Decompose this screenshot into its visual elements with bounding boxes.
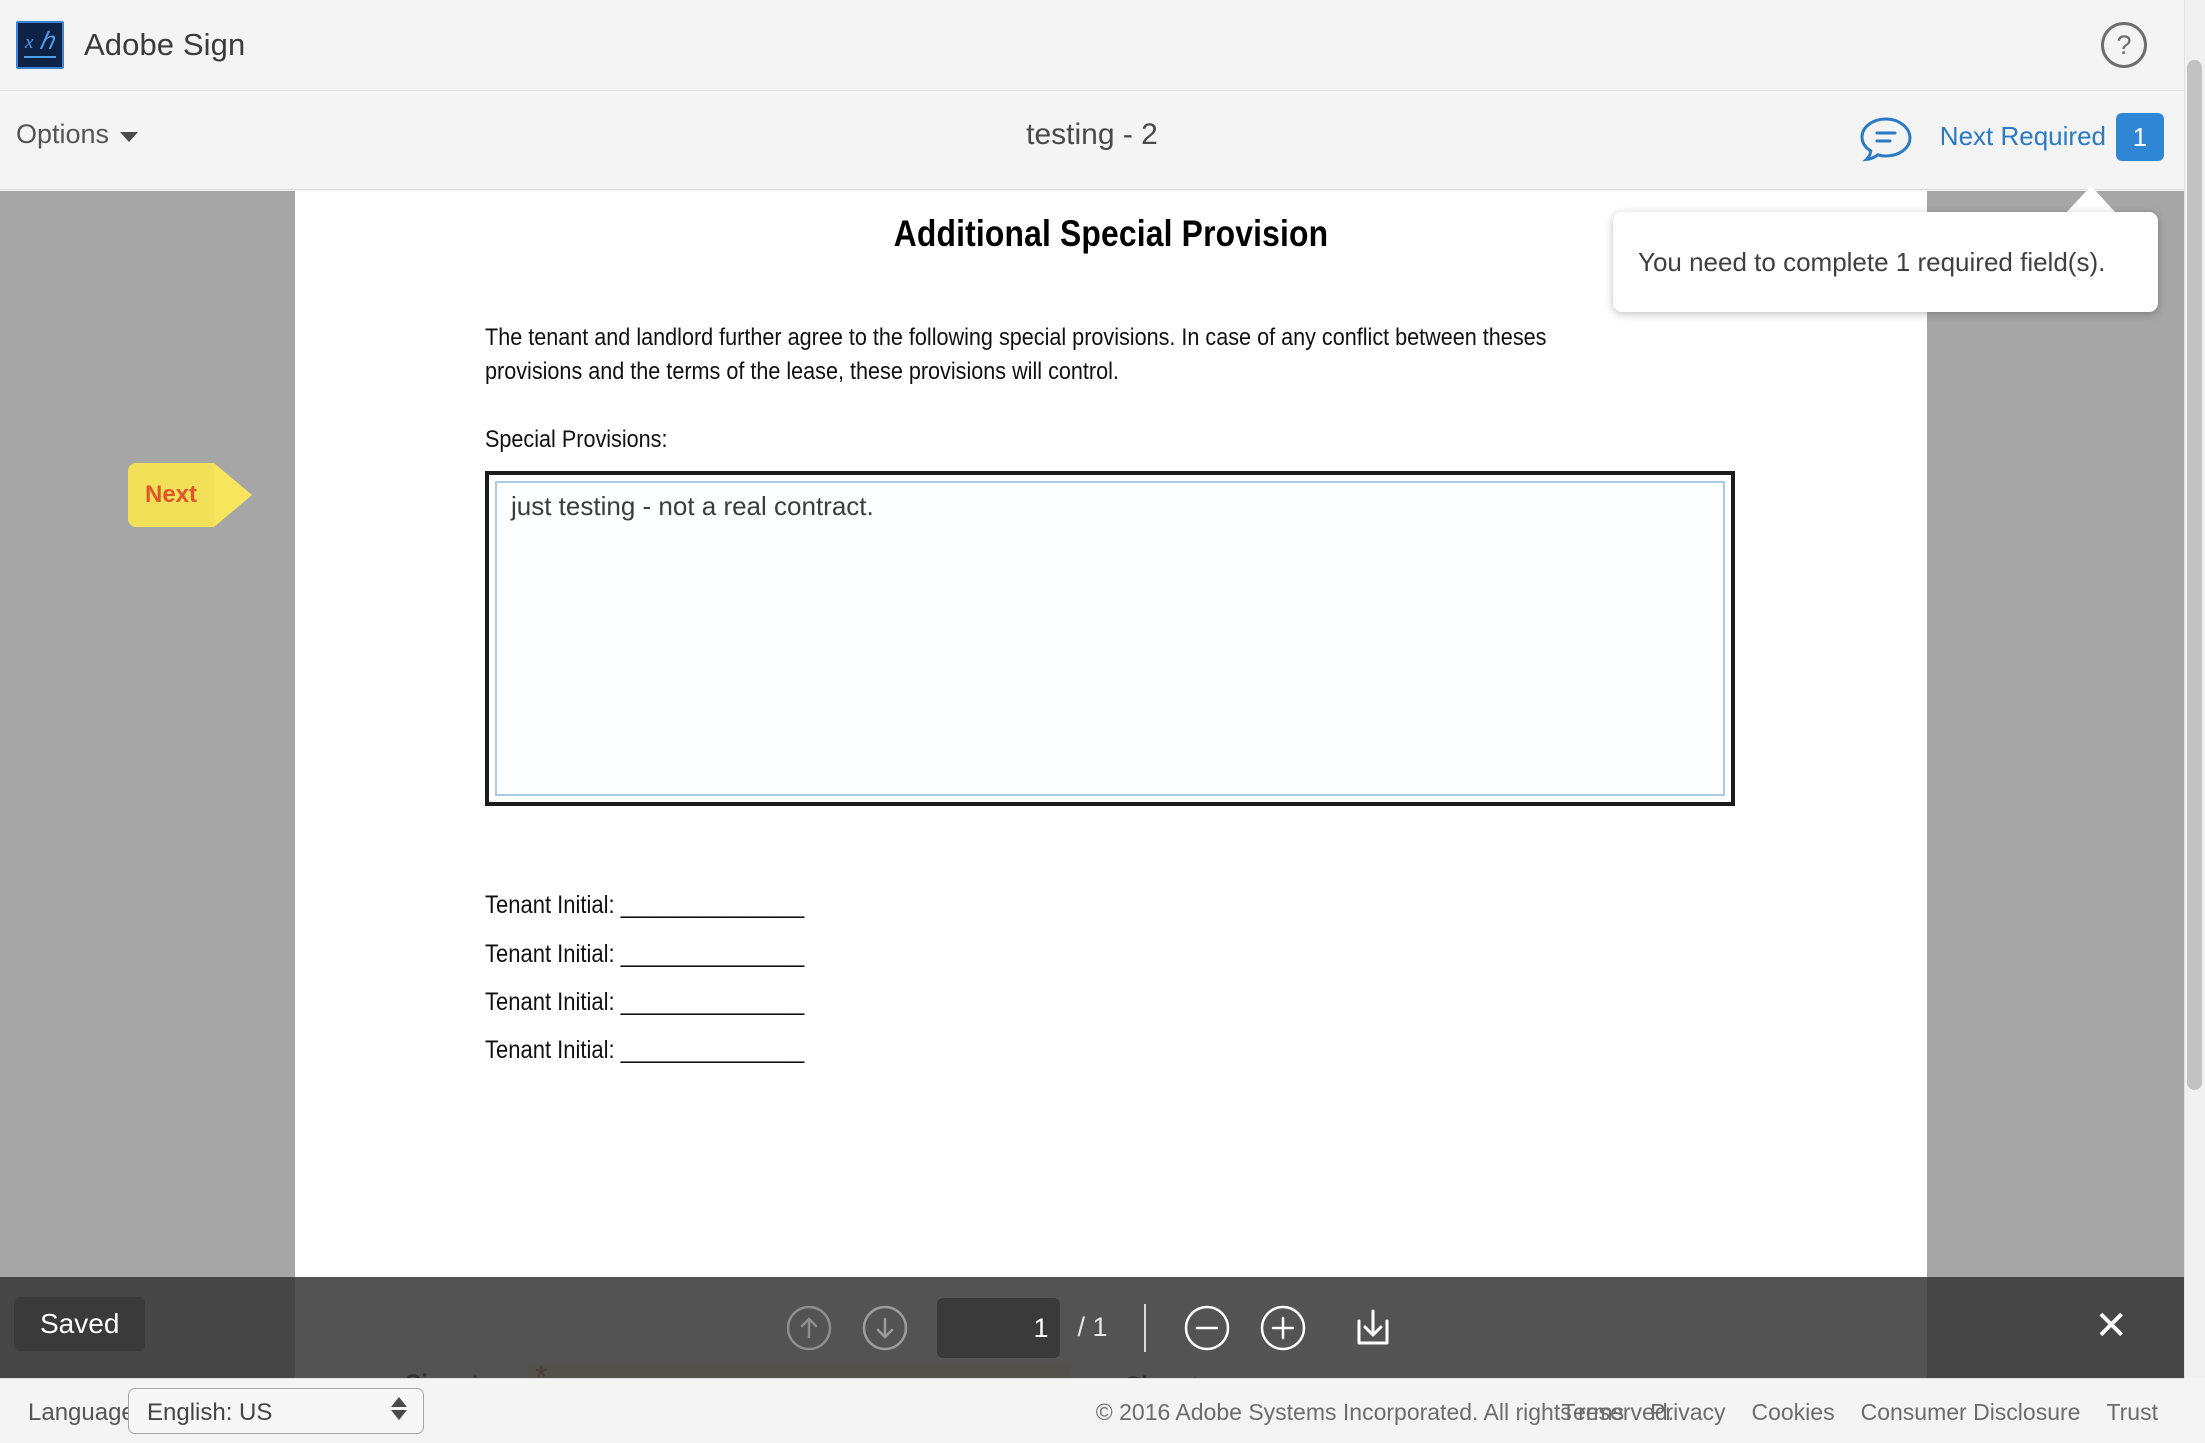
app-name: Adobe Sign (84, 27, 245, 63)
language-label: Language (28, 1399, 135, 1427)
special-provisions-textfield[interactable]: just testing - not a real contract. (485, 471, 1735, 806)
page-number-input[interactable]: 1 (936, 1297, 1061, 1359)
download-icon (1348, 1303, 1398, 1353)
logo-flourish-glyph: ℎ (39, 27, 54, 56)
plus-circle-icon (1258, 1303, 1308, 1353)
adobe-sign-logo-icon: x ℎ (16, 21, 64, 69)
tenant-initial-line: Tenant Initial: _______________ (485, 1036, 804, 1065)
footer-link-cookies[interactable]: Cookies (1751, 1399, 1834, 1426)
language-selected-value: English: US (147, 1399, 272, 1427)
viewer-toolbar: Saved 1 / 1 (0, 1277, 2184, 1378)
minus-circle-icon (1182, 1303, 1232, 1353)
textfield-value: just testing - not a real contract. (511, 491, 874, 522)
tenant-initial-line: Tenant Initial: _______________ (485, 940, 804, 969)
next-field-tab[interactable]: Next (128, 463, 214, 527)
required-count-badge[interactable]: 1 (2116, 113, 2164, 161)
tenant-initial-line: Tenant Initial: _______________ (485, 891, 804, 920)
footer-link-consumer-disclosure[interactable]: Consumer Disclosure (1861, 1399, 2081, 1426)
footer-links: Terms Privacy Cookies Consumer Disclosur… (1561, 1399, 2158, 1426)
footer-link-terms[interactable]: Terms (1561, 1399, 1624, 1426)
next-field-tab-label: Next (145, 481, 197, 509)
vertical-scrollbar-track[interactable] (2184, 0, 2205, 1378)
comment-bubble-icon[interactable] (1858, 115, 1914, 165)
page-footer: Language English: US © 2016 Adobe System… (0, 1378, 2184, 1443)
next-required-button[interactable]: Next Required (1940, 121, 2106, 152)
zoom-out-button[interactable] (1182, 1303, 1232, 1353)
tooltip-message: You need to complete 1 required field(s)… (1638, 247, 2105, 278)
close-toolbar-button[interactable]: ✕ (2094, 1303, 2128, 1349)
previous-page-button[interactable] (784, 1303, 834, 1353)
document-viewer[interactable]: Additional Special Provision The tenant … (0, 191, 2184, 1378)
zoom-in-button[interactable] (1258, 1303, 1308, 1353)
triangle-up-icon (391, 1397, 407, 1407)
textfield-inner-border: just testing - not a real contract. (495, 481, 1725, 796)
logo-underline (24, 56, 56, 58)
required-fields-tooltip: You need to complete 1 required field(s)… (1613, 212, 2158, 312)
down-arrow-circle-icon (860, 1303, 910, 1353)
brand-bar: x ℎ Adobe Sign ? (0, 0, 2205, 91)
language-select[interactable]: English: US (128, 1388, 424, 1434)
toolbar-divider (1144, 1304, 1146, 1352)
help-icon[interactable]: ? (2101, 22, 2147, 68)
logo-x-glyph: x (25, 32, 33, 54)
document-title: testing - 2 (0, 118, 2184, 152)
options-bar: Options testing - 2 Next Required 1 (0, 91, 2184, 190)
next-field-tab-arrow-icon (214, 463, 252, 527)
next-page-button[interactable] (860, 1303, 910, 1353)
download-button[interactable] (1346, 1301, 1400, 1355)
page-total-label: / 1 (1077, 1312, 1107, 1343)
special-provisions-label: Special Provisions: (485, 423, 667, 457)
stepper-arrows-icon (391, 1397, 407, 1420)
footer-link-privacy[interactable]: Privacy (1650, 1399, 1725, 1426)
toolbar-controls: 1 / 1 (0, 1277, 2184, 1378)
document-heading: Additional Special Provision (409, 213, 1813, 255)
up-arrow-circle-icon (784, 1303, 834, 1353)
document-intro-paragraph: The tenant and landlord further agree to… (485, 321, 1610, 389)
vertical-scrollbar-thumb[interactable] (2187, 60, 2202, 1090)
comment-bubble-svg (1858, 115, 1914, 165)
triangle-down-icon (391, 1410, 407, 1420)
document-page: Additional Special Provision The tenant … (295, 191, 1927, 1378)
footer-link-trust[interactable]: Trust (2106, 1399, 2158, 1426)
tooltip-arrow (2065, 186, 2117, 214)
tenant-initial-line: Tenant Initial: _______________ (485, 988, 804, 1017)
